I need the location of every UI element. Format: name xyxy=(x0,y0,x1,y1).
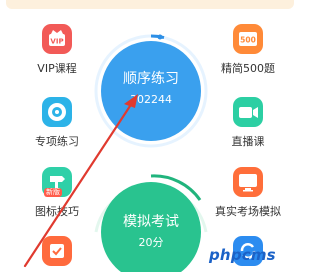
vip-course-label: VIP课程 xyxy=(37,62,77,75)
target-icon xyxy=(42,97,72,127)
watermark-text: phpcms xyxy=(209,246,276,264)
monitor-icon xyxy=(233,167,263,197)
chart-tips-button[interactable]: 新版 图标技巧 xyxy=(17,167,97,219)
mock-exam-score: 20分 xyxy=(139,236,164,249)
mock-exam-title: 模拟考试 xyxy=(123,214,179,230)
new-badge: 新版 xyxy=(44,188,62,197)
top-strip xyxy=(0,0,300,18)
real-exam-label: 真实考场模拟 xyxy=(215,205,281,218)
check-calendar-icon xyxy=(42,236,72,266)
sign-icon: 新版 xyxy=(42,167,72,197)
selected-500-label: 精简500题 xyxy=(221,62,275,75)
video-icon xyxy=(233,97,263,127)
live-class-label: 直播课 xyxy=(231,135,265,148)
bottom-left-button[interactable] xyxy=(17,236,97,266)
chart-tips-label: 图标技巧 xyxy=(35,205,79,218)
vip-crown-icon: VIP xyxy=(42,24,72,54)
svg-text:VIP: VIP xyxy=(50,38,63,46)
live-class-button[interactable]: 直播课 xyxy=(208,97,288,149)
special-practice-label: 专项练习 xyxy=(35,135,79,148)
sequential-practice-button[interactable]: 顺序练习 302244 xyxy=(101,41,201,141)
progress-dot xyxy=(157,34,163,40)
vip-course-button[interactable]: VIP VIP课程 xyxy=(17,24,97,76)
sequential-practice-title: 顺序练习 xyxy=(123,71,179,87)
book-500-icon: 500 xyxy=(233,24,263,54)
mock-exam-button[interactable]: 模拟考试 20分 xyxy=(101,182,201,272)
500-icon-text: 500 xyxy=(240,36,256,45)
real-exam-button[interactable]: 真实考场模拟 xyxy=(208,167,288,219)
selected-500-button[interactable]: 500 精简500题 xyxy=(208,24,288,76)
sequential-practice-progress xyxy=(150,34,165,40)
sequential-practice-count: 302244 xyxy=(130,93,172,106)
special-practice-button[interactable]: 专项练习 xyxy=(17,97,97,149)
